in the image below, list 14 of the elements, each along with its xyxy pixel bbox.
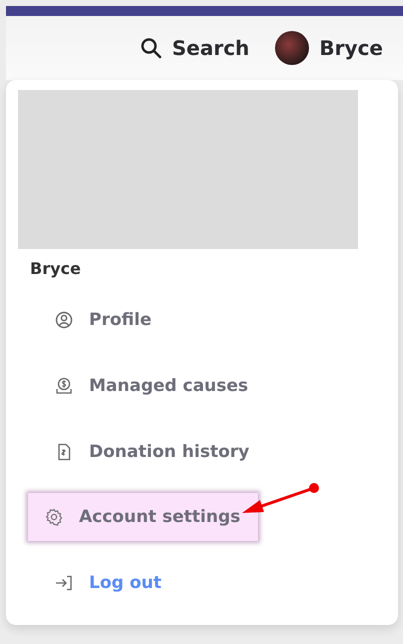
person-icon — [55, 311, 73, 330]
gear-icon — [45, 508, 63, 526]
avatar-image — [275, 31, 310, 65]
coin-icon — [55, 376, 73, 395]
menu-item[interactable]: Account settings — [28, 493, 258, 542]
search-icon — [140, 37, 162, 59]
user-name: Bryce — [30, 259, 82, 278]
logout-icon — [55, 574, 73, 592]
user-menu-button[interactable]: Bryce — [275, 31, 383, 65]
search-button[interactable]: Search — [140, 36, 250, 60]
menu-item[interactable]: Managed causes — [28, 362, 266, 410]
menu-item[interactable]: Log out — [28, 559, 180, 608]
menu-item[interactable]: Profile — [28, 296, 170, 344]
menu-item[interactable]: Donation history — [28, 428, 268, 476]
